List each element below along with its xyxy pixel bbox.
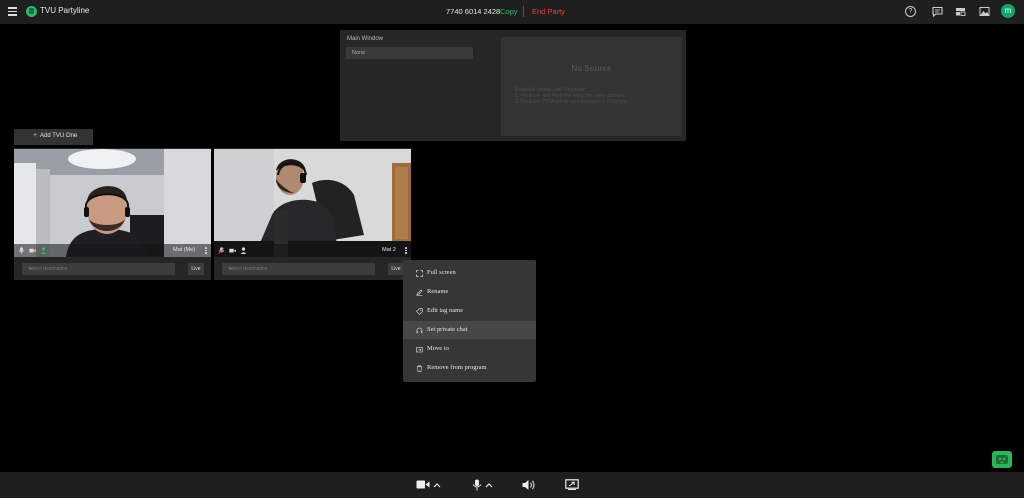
menu-item-label: Move to — [427, 345, 449, 352]
no-source-title: No Source — [571, 64, 612, 73]
menu-item-remove-from-program[interactable]: Remove from program — [403, 359, 536, 377]
microphone-icon[interactable] — [472, 479, 482, 491]
participant-video[interactable] — [14, 149, 211, 257]
main-window-preview: No Source Establish contact with Produce… — [501, 37, 682, 136]
add-tvu-one-button[interactable]: + Add TVU One — [14, 129, 93, 145]
user-icon[interactable] — [40, 247, 47, 254]
participant-video[interactable] — [214, 149, 411, 257]
bottom-toolbar — [0, 472, 1024, 498]
camera-icon[interactable] — [229, 247, 236, 254]
headset-icon — [416, 327, 423, 334]
live-button[interactable]: Live — [388, 263, 404, 275]
menu-item-label: Set private chat — [427, 326, 468, 333]
help-icon[interactable]: ? — [905, 6, 916, 17]
participant-name: Mat 2 — [382, 247, 396, 253]
menu-item-edit-tag-name[interactable]: Edit tag name — [403, 302, 536, 320]
screen-share-icon[interactable] — [565, 479, 579, 490]
menu-item-rename[interactable]: Rename — [403, 283, 536, 301]
main-window-label: Main Window — [347, 36, 384, 42]
camera-icon[interactable] — [29, 247, 36, 254]
participant-name: Mat (Me) — [173, 247, 195, 253]
move-icon — [416, 347, 423, 353]
session-id: 7740 6014 2428 — [446, 7, 501, 16]
main-window-select[interactable]: None ⌄ — [346, 47, 473, 59]
menu-icon[interactable] — [8, 7, 17, 16]
layout-icon[interactable] — [955, 6, 966, 17]
tile-context-menu: Full screen Rename Edit tag name Set pri… — [403, 260, 536, 382]
more-options-icon[interactable] — [404, 246, 408, 255]
live-button[interactable]: Live — [188, 263, 204, 275]
copy-button[interactable]: Copy — [500, 7, 518, 16]
chevron-down-icon: ⌄ — [28, 265, 34, 271]
menu-item-full-screen[interactable]: Full screen — [403, 264, 536, 282]
chat-bot-icon — [996, 455, 1008, 464]
tag-icon — [416, 308, 423, 315]
menu-item-label: Rename — [427, 288, 449, 295]
menu-item-label: Remove from program — [427, 364, 487, 371]
top-bar: TVU Partyline 7740 6014 2428 Copy End Pa… — [0, 0, 1024, 24]
divider — [523, 6, 524, 17]
chevron-up-icon[interactable] — [433, 482, 441, 488]
chevron-up-icon[interactable] — [485, 482, 493, 488]
tile-status-bar: Mat 2 — [214, 244, 411, 257]
add-tvu-one-label: Add TVU One — [40, 133, 78, 139]
menu-item-label: Edit tag name — [427, 307, 464, 314]
app-title: TVU Partyline — [40, 6, 90, 15]
participant-tile: Mat (Me) Select destination ⌄ Live — [14, 148, 211, 280]
destination-select[interactable]: Select destination ⌄ — [22, 263, 175, 275]
chat-icon[interactable] — [932, 6, 943, 17]
avatar[interactable]: m — [1001, 4, 1015, 18]
plus-icon: + — [33, 132, 38, 139]
chevron-down-icon: ⌄ — [352, 49, 358, 55]
image-icon[interactable] — [979, 6, 990, 17]
main-window-panel: Main Window None ⌄ No Source Establish c… — [340, 30, 686, 141]
chevron-down-icon: ⌄ — [228, 265, 234, 271]
fullscreen-icon — [416, 270, 423, 277]
menu-item-move-to[interactable]: Move to — [403, 340, 536, 358]
menu-item-set-private-chat[interactable]: Set private chat — [403, 321, 536, 339]
instruction-line: 2. Producer PGM will be synchronized to … — [515, 99, 628, 105]
trash-icon — [417, 365, 422, 372]
tile-status-bar: Mat (Me) — [14, 244, 211, 257]
user-icon[interactable] — [240, 247, 247, 254]
camera-icon[interactable] — [416, 479, 430, 490]
menu-item-label: Full screen — [427, 269, 456, 276]
microphone-muted-icon[interactable] — [218, 247, 225, 254]
destination-select[interactable]: Select destination ⌄ — [222, 263, 375, 275]
participant-tile: Mat 2 Select destination ⌄ Live — [214, 148, 411, 280]
more-options-icon[interactable] — [204, 246, 208, 255]
chat-bot-button[interactable] — [992, 451, 1012, 468]
speaker-icon[interactable] — [522, 479, 536, 491]
end-party-button[interactable]: End Party — [532, 7, 565, 16]
tvu-logo-icon — [26, 6, 37, 17]
pencil-icon — [416, 289, 423, 296]
microphone-icon[interactable] — [18, 247, 25, 254]
